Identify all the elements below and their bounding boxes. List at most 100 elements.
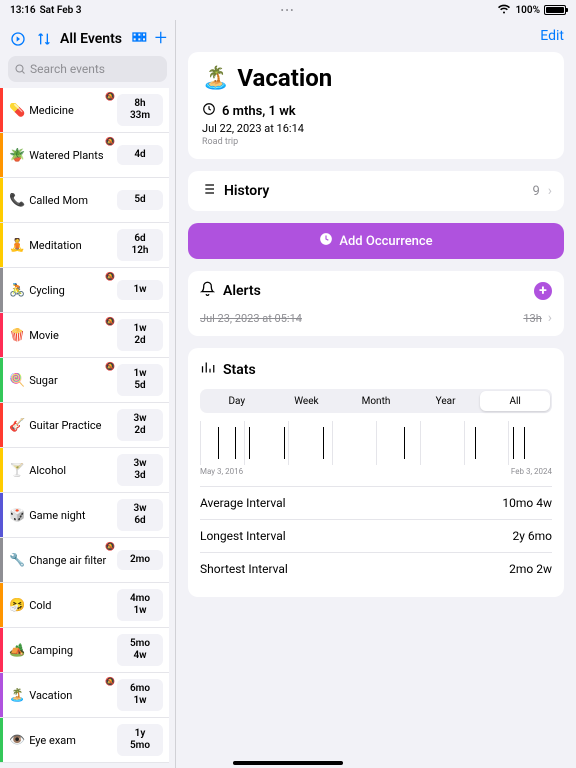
event-label: 💊 Medicine — [3, 103, 117, 118]
event-elapsed: 5d — [117, 190, 163, 210]
event-elapsed: 1y 5mo — [117, 724, 163, 756]
stats-tab-all[interactable]: All — [480, 391, 550, 411]
event-elapsed: 4d — [117, 145, 163, 165]
last-occurrence-date: Jul 22, 2023 at 16:14 — [202, 122, 550, 135]
edit-button[interactable]: Edit — [540, 28, 564, 44]
bell-off-icon: 🔕 — [105, 362, 115, 371]
event-label: 🪴 Watered Plants — [3, 148, 117, 163]
add-occurrence-button[interactable]: Add Occurrence — [188, 223, 564, 259]
event-label: 🍸 Alcohol — [3, 463, 117, 478]
filter-icon[interactable] — [8, 29, 28, 49]
list-item[interactable]: 🧘 Meditation 6d 12h — [0, 223, 169, 268]
clock-plus-icon — [319, 232, 333, 250]
event-name: Cycling — [29, 284, 65, 297]
event-emoji: 📞 — [9, 193, 25, 208]
elapsed-time: 6 mths, 1 wk — [222, 104, 296, 119]
event-emoji: 👁️ — [9, 733, 25, 748]
event-label: 👁️ Eye exam — [3, 733, 117, 748]
event-emoji: 🏕️ — [9, 643, 25, 658]
list-item[interactable]: 🏕️ Camping 5mo 4w — [0, 628, 169, 673]
event-emoji: 🍿 — [9, 328, 25, 343]
add-alert-button[interactable]: + — [534, 282, 552, 300]
filter-title: All Events — [60, 31, 122, 47]
list-item[interactable]: 🍸 Alcohol 3w 3d — [0, 448, 169, 493]
stat-row: Longest Interval 2y 6mo — [200, 519, 552, 552]
list-item[interactable]: 🏝️ Vacation 🔕 6mo 1w — [0, 673, 169, 718]
event-elapsed: 1w 5d — [117, 364, 163, 396]
stats-tab-day[interactable]: Day — [202, 391, 272, 411]
history-row[interactable]: History 9 › — [188, 171, 564, 211]
event-elapsed: 6mo 1w — [117, 679, 163, 711]
event-label: 🍿 Movie — [3, 328, 117, 343]
event-emoji: 🍭 — [9, 373, 25, 388]
event-emoji: 💊 — [9, 103, 25, 118]
stat-value: 2y 6mo — [512, 529, 552, 543]
event-name: Watered Plants — [29, 149, 103, 162]
event-label: 📞 Called Mom — [3, 193, 117, 208]
event-name: Medicine — [29, 104, 74, 117]
event-emoji: 🪴 — [9, 148, 25, 163]
event-label: 🍭 Sugar — [3, 373, 117, 388]
alert-relative: 13h — [523, 312, 541, 325]
event-elapsed: 5mo 4w — [117, 634, 163, 666]
timeline-mark — [513, 427, 514, 459]
bell-off-icon: 🔕 — [105, 542, 115, 551]
list-item[interactable]: 🔧 Change air filter 🔕 2mo — [0, 538, 169, 583]
stat-value: 2mo 2w — [509, 562, 552, 576]
stat-row: Shortest Interval 2mo 2w — [200, 552, 552, 585]
event-label: 🤧 Cold — [3, 598, 117, 613]
bell-off-icon: 🔕 — [105, 92, 115, 101]
alert-item[interactable]: Jul 23, 2023 at 05:14 13h › — [200, 310, 552, 326]
timeline-mark — [235, 427, 236, 459]
timeline-mark — [249, 427, 250, 459]
event-name: Meditation — [29, 239, 82, 252]
stats-tab-week[interactable]: Week — [272, 391, 342, 411]
event-label: 🧘 Meditation — [3, 238, 117, 253]
stats-tab-month[interactable]: Month — [341, 391, 411, 411]
list-item[interactable]: 🚴 Cycling 🔕 1w — [0, 268, 169, 313]
sort-icon[interactable] — [34, 29, 54, 49]
chevron-right-icon: › — [548, 183, 552, 199]
event-name: Called Mom — [29, 194, 88, 207]
stats-segmented[interactable]: DayWeekMonthYearAll — [200, 389, 552, 413]
event-emoji: 🏝️ — [202, 66, 229, 91]
stat-key: Average Interval — [200, 496, 502, 510]
stats-label: Stats — [223, 362, 256, 378]
grid-icon[interactable] — [129, 29, 149, 49]
add-event-button[interactable]: + — [155, 28, 167, 50]
bell-off-icon: 🔕 — [105, 677, 115, 686]
event-elapsed: 2mo — [117, 550, 163, 570]
home-indicator — [233, 761, 343, 765]
detail-pane: Edit 🏝️ Vacation 6 mths, 1 wk Jul 22, 20… — [176, 20, 576, 768]
status-bar: 13:16 Sat Feb 3 ••• 100% — [0, 0, 576, 20]
event-name: Game night — [29, 509, 85, 522]
event-emoji: 🎸 — [9, 418, 25, 433]
list-item[interactable]: 🪴 Watered Plants 🔕 4d — [0, 133, 169, 178]
event-label: 🚴 Cycling — [3, 283, 117, 298]
status-time: 13:16 — [10, 5, 36, 16]
list-item[interactable]: 🤧 Cold 4mo 1w — [0, 583, 169, 628]
list-item[interactable]: 🎲 Game night 3w 6d — [0, 493, 169, 538]
timeline-end: Feb 3, 2024 — [511, 467, 552, 476]
battery-icon — [544, 5, 566, 15]
list-item[interactable]: 📞 Called Mom 5d — [0, 178, 169, 223]
stats-tab-year[interactable]: Year — [411, 391, 481, 411]
event-emoji: 🏝️ — [9, 688, 25, 703]
list-item[interactable]: 👁️ Eye exam 1y 5mo — [0, 718, 169, 763]
event-label: 🏝️ Vacation — [3, 688, 117, 703]
list-item[interactable]: 🎸 Guitar Practice 3w 2d — [0, 403, 169, 448]
stat-row: Average Interval 10mo 4w — [200, 486, 552, 519]
detail-topbar: Edit — [188, 20, 564, 52]
event-emoji: 🔧 — [9, 553, 25, 568]
filter-dropdown[interactable]: All Events — [60, 31, 123, 47]
stats-card: Stats DayWeekMonthYearAll May 3, 2016 Fe… — [188, 348, 564, 597]
event-elapsed: 3w 6d — [117, 499, 163, 531]
list-item[interactable]: 🍭 Sugar 🔕 1w 5d — [0, 358, 169, 403]
search-input[interactable]: Search events — [8, 56, 167, 82]
stat-key: Longest Interval — [200, 529, 512, 543]
bell-icon — [200, 281, 215, 300]
add-occurrence-label: Add Occurrence — [339, 234, 432, 249]
list-item[interactable]: 🍿 Movie 🔕 1w 2d — [0, 313, 169, 358]
list-item[interactable]: 💊 Medicine 🔕 8h 33m — [0, 88, 169, 133]
history-count: 9 — [532, 184, 539, 199]
